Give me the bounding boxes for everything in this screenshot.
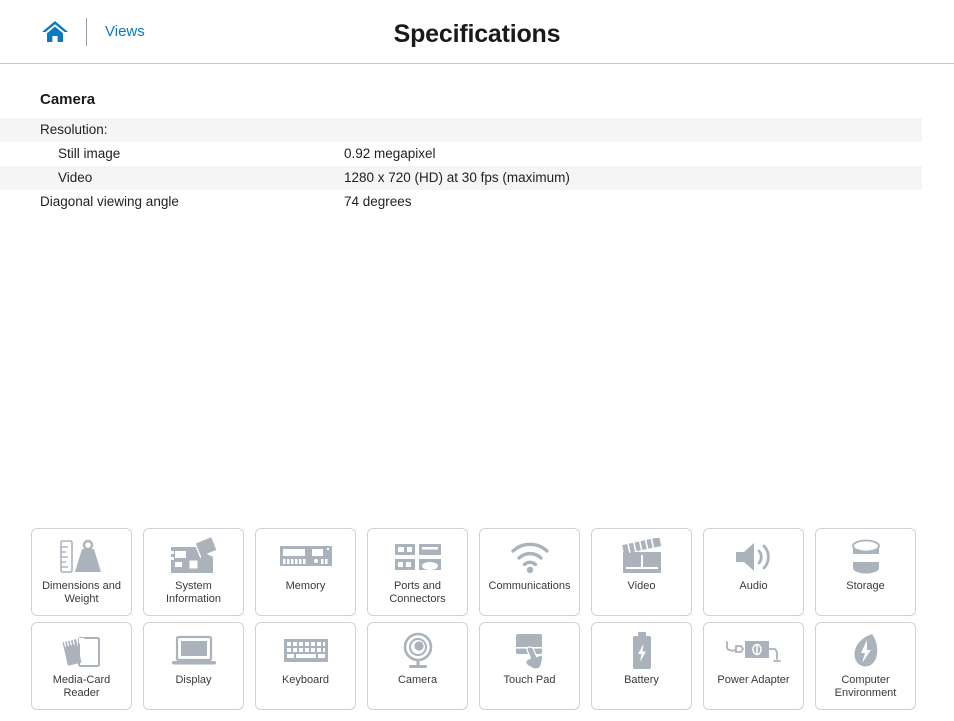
tile-video[interactable]: Video bbox=[591, 528, 692, 616]
spec-key-cell: Diagonal viewing angle bbox=[40, 194, 179, 209]
tile-label: Ports and Connectors bbox=[389, 580, 446, 605]
motherboard-icon bbox=[144, 536, 243, 578]
tile-camera[interactable]: Camera bbox=[367, 622, 468, 710]
spec-table-body: Resolution: Still image 0.92 megapixel Vide… bbox=[0, 118, 922, 214]
tile-label: Video bbox=[627, 580, 656, 592]
tile-label: Power Adapter bbox=[717, 674, 790, 686]
tile-ports-and-connectors[interactable]: Ports and Connectors bbox=[367, 528, 468, 616]
tile-computer-environment[interactable]: Computer Environment bbox=[815, 622, 916, 710]
wifi-icon bbox=[480, 536, 579, 578]
specifications-table: Resolution: Still image 0.92 megapixel Vide… bbox=[0, 118, 922, 214]
laptop-display-icon bbox=[144, 630, 243, 672]
tile-touch-pad[interactable]: Touch Pad bbox=[479, 622, 580, 710]
clapperboard-icon bbox=[592, 536, 691, 578]
tile-keyboard[interactable]: Keyboard bbox=[255, 622, 356, 710]
tile-communications[interactable]: Communications bbox=[479, 528, 580, 616]
speaker-icon bbox=[704, 536, 803, 578]
spec-content: Camera Resolution: Still image 0.92 megapi… bbox=[0, 91, 954, 214]
table-row: Still image 0.92 megapixel bbox=[0, 142, 922, 166]
app-header: Views Specifications bbox=[0, 0, 954, 64]
tile-dimensions-and-weight[interactable]: Dimensions and Weight bbox=[31, 528, 132, 616]
power-adapter-icon bbox=[704, 630, 803, 672]
tile-label: Computer Environment bbox=[834, 674, 897, 699]
table-row: Resolution: bbox=[0, 118, 922, 142]
spec-value-cell bbox=[344, 118, 922, 142]
tile-label: Display bbox=[175, 674, 212, 686]
webcam-icon bbox=[368, 630, 467, 672]
spec-value-cell: 74 degrees bbox=[344, 194, 412, 209]
media-card-icon bbox=[32, 630, 131, 672]
spec-key-cell: Video bbox=[58, 170, 93, 185]
spec-key-cell: Resolution: bbox=[40, 122, 108, 137]
tile-memory[interactable]: Memory bbox=[255, 528, 356, 616]
spec-section-title: Camera bbox=[40, 91, 96, 108]
tile-label: Camera bbox=[397, 674, 438, 686]
tile-label: Media-Card Reader bbox=[52, 674, 111, 699]
tile-label: Touch Pad bbox=[503, 674, 556, 686]
tile-display[interactable]: Display bbox=[143, 622, 244, 710]
category-tile-grid: Dimensions and Weight System Information bbox=[31, 528, 923, 710]
touchpad-hand-icon bbox=[480, 630, 579, 672]
memory-module-icon bbox=[256, 536, 355, 578]
spec-value-cell: 0.92 megapixel bbox=[344, 146, 436, 161]
battery-icon bbox=[592, 630, 691, 672]
tile-audio[interactable]: Audio bbox=[703, 528, 804, 616]
tile-label: Keyboard bbox=[281, 674, 330, 686]
tile-storage[interactable]: Storage bbox=[815, 528, 916, 616]
table-row: Diagonal viewing angle 74 degrees bbox=[0, 190, 922, 214]
tile-label: Memory bbox=[285, 580, 326, 592]
tile-media-card-reader[interactable]: Media-Card Reader bbox=[31, 622, 132, 710]
spec-key-cell: Still image bbox=[58, 146, 121, 161]
ruler-weight-icon bbox=[32, 536, 131, 578]
tile-battery[interactable]: Battery bbox=[591, 622, 692, 710]
keyboard-icon bbox=[256, 630, 355, 672]
tile-power-adapter[interactable]: Power Adapter bbox=[703, 622, 804, 710]
page-title: Specifications bbox=[393, 20, 561, 48]
ports-icon bbox=[368, 536, 467, 578]
leaf-icon bbox=[816, 630, 915, 672]
tile-label: Audio bbox=[739, 580, 768, 592]
drive-cylinder-icon bbox=[816, 536, 915, 578]
tile-label: Communications bbox=[488, 580, 571, 592]
table-row: Video 1280 x 720 (HD) at 30 fps (maximum) bbox=[0, 166, 922, 190]
tile-label: Storage bbox=[846, 580, 885, 592]
tile-label: Battery bbox=[624, 674, 659, 686]
spec-value-cell: 1280 x 720 (HD) at 30 fps (maximum) bbox=[344, 170, 570, 185]
tile-system-information[interactable]: System Information bbox=[143, 528, 244, 616]
tile-label: Dimensions and Weight bbox=[42, 580, 121, 605]
tile-label: System Information bbox=[165, 580, 222, 605]
